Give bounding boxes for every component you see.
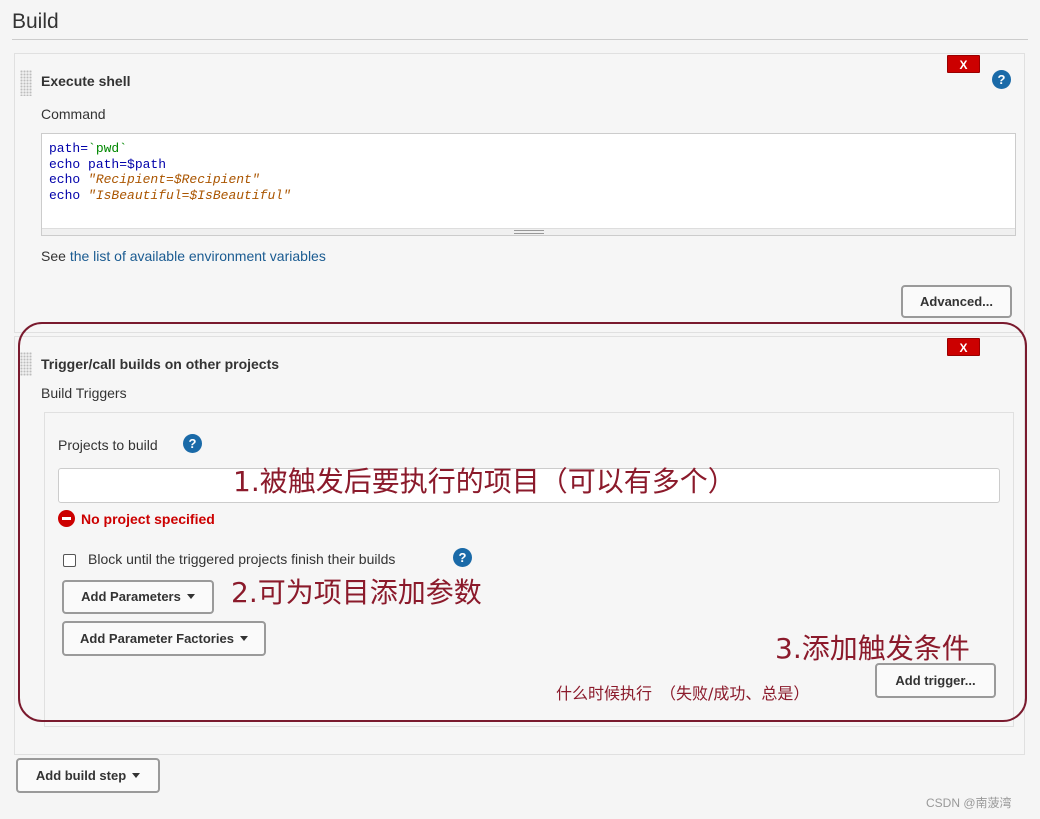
section-divider: [12, 39, 1028, 40]
watermark: CSDN @南菠湾: [926, 796, 1012, 810]
resize-grip-icon: [513, 230, 544, 234]
code-line: echo "IsBeautiful=$IsBeautiful": [49, 187, 291, 203]
env-vars-hint: See the list of available environment va…: [41, 248, 326, 264]
help-icon[interactable]: ?: [992, 70, 1011, 89]
execute-shell-title: Execute shell: [41, 73, 131, 89]
env-vars-link[interactable]: the list of available environment variab…: [70, 248, 326, 264]
code-line: echo "Recipient=$Recipient": [49, 172, 260, 187]
annotation-note-2: 2.可为项目添加参数: [231, 576, 482, 609]
command-label: Command: [41, 106, 106, 122]
add-build-step-button[interactable]: Add build step: [16, 758, 160, 793]
annotation-note-3: 3.添加触发条件: [775, 632, 970, 665]
annotation-note-1: 1.被触发后要执行的项目（可以有多个）: [233, 465, 736, 498]
advanced-button[interactable]: Advanced...: [901, 285, 1012, 318]
annotation-note-4: 什么时候执行 （失败/成功、总是）: [556, 684, 810, 703]
delete-step-button[interactable]: X: [947, 55, 980, 73]
textarea-resize-handle[interactable]: [42, 228, 1015, 235]
drag-handle[interactable]: [20, 70, 32, 96]
section-title: Build: [12, 10, 59, 33]
chevron-down-icon: [132, 773, 141, 778]
code-line: echo path=$path: [49, 156, 167, 172]
code-line: path=`pwd`: [49, 141, 128, 156]
command-textarea[interactable]: path=`pwd` echo path=$path echo "Recipie…: [41, 133, 1016, 236]
